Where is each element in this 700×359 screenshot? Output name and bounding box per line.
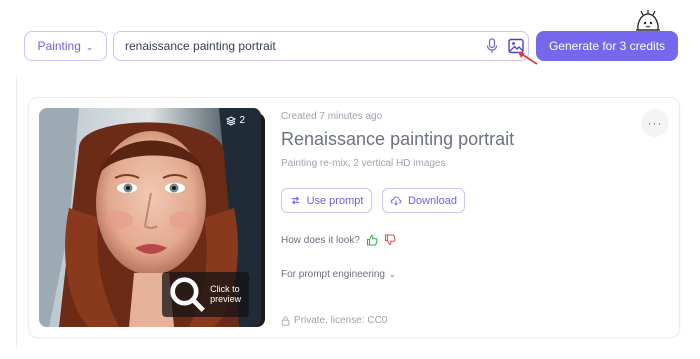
style-select[interactable]: Painting ⌄ [24, 31, 107, 61]
use-prompt-button[interactable]: Use prompt [281, 188, 372, 213]
image-count: 2 [239, 115, 245, 126]
lock-icon [281, 315, 290, 326]
feedback-row: How does it look? [281, 234, 396, 246]
download-label: Download [408, 194, 457, 207]
image-count-badge: 2 [226, 115, 245, 126]
generate-button[interactable]: Generate for 3 credits [536, 31, 678, 61]
more-options-button[interactable]: ··· [641, 109, 669, 137]
prompt-input[interactable] [125, 32, 475, 60]
layers-icon [226, 115, 237, 126]
result-title: Renaissance painting portrait [281, 129, 515, 149]
left-divider [16, 77, 17, 347]
click-to-preview-button[interactable]: Click to preview [161, 271, 249, 317]
style-select-value: Painting [37, 39, 81, 53]
chevron-down-icon: ⌄ [388, 270, 396, 279]
microphone-icon[interactable] [486, 38, 498, 54]
image-stack[interactable]: 2 Click to preview [39, 108, 265, 327]
preview-label: Click to preview [210, 284, 242, 305]
download-button[interactable]: Download [382, 188, 465, 213]
swap-arrows-icon [291, 196, 299, 205]
chevron-down-icon: ⌄ [85, 41, 94, 52]
prompt-search-box[interactable] [113, 31, 529, 61]
result-card: 2 Click to preview Created 7 minutes ago… [28, 97, 680, 338]
prompt-engineering-toggle[interactable]: For prompt engineering ⌄ [281, 269, 396, 280]
license-text: Private, license: CC0 [294, 315, 388, 326]
license-info: Private, license: CC0 [281, 315, 387, 326]
result-subtitle: Painting re-mix, 2 vertical HD images [281, 158, 446, 169]
prompt-engineering-label: For prompt engineering [281, 269, 385, 280]
thumbs-down-icon[interactable] [384, 234, 396, 246]
search-icon [170, 277, 205, 312]
result-thumbnail[interactable]: 2 Click to preview [39, 108, 261, 327]
created-timestamp: Created 7 minutes ago [281, 111, 383, 122]
thumbs-up-icon[interactable] [366, 234, 378, 246]
feedback-question: How does it look? [281, 234, 360, 246]
use-prompt-label: Use prompt [306, 194, 364, 207]
cloud-download-icon [390, 196, 402, 206]
